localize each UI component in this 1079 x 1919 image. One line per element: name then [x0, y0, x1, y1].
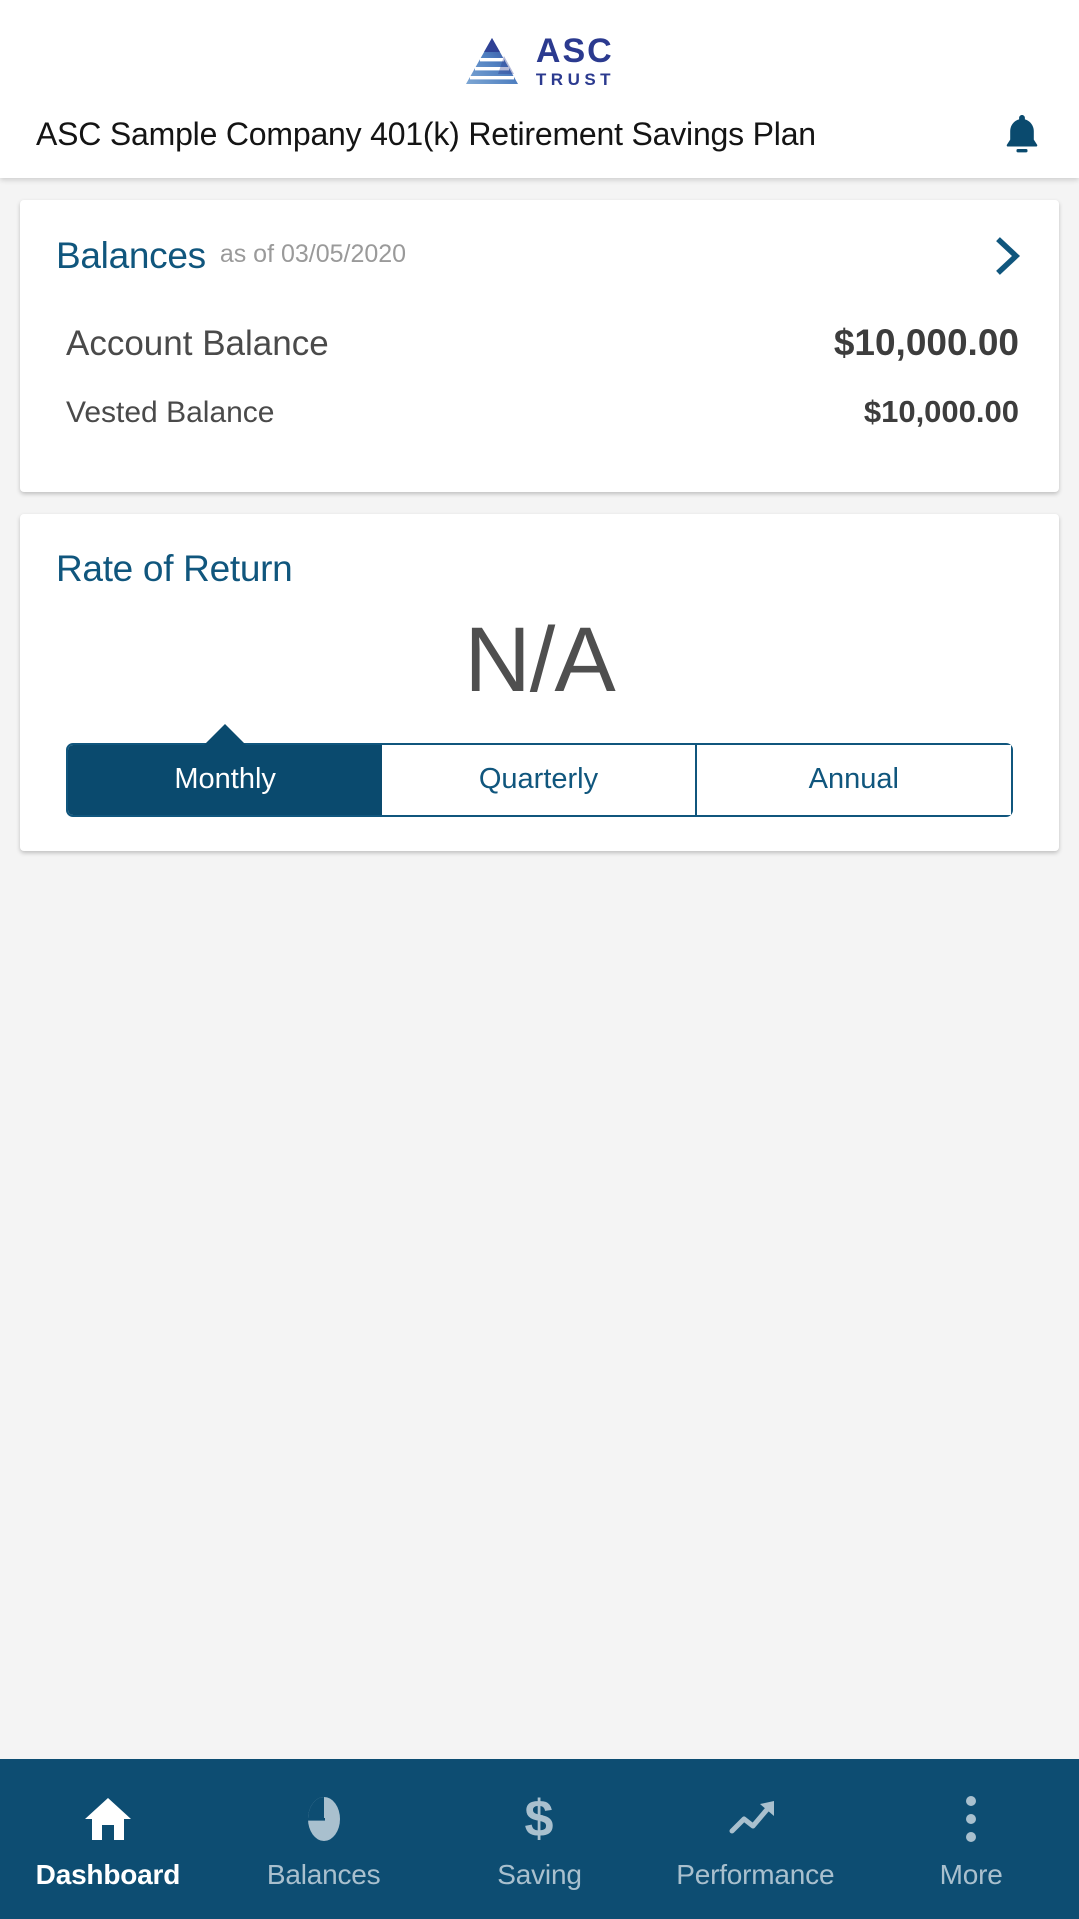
balances-title: Balances [56, 235, 206, 276]
brand-wordmark: ASC TRUST [536, 34, 615, 88]
tab-quarterly[interactable]: Quarterly [382, 744, 697, 815]
nav-item-saving[interactable]: $ Saving [432, 1759, 648, 1919]
svg-text:$: $ [525, 1791, 554, 1847]
balance-label: Vested Balance [66, 396, 275, 429]
nav-item-performance[interactable]: Performance [647, 1759, 863, 1919]
rate-of-return-header: Rate of Return [20, 514, 1059, 590]
nav-item-dashboard[interactable]: Dashboard [0, 1759, 216, 1919]
app-screen: ASC TRUST ASC Sample Company 401(k) Reti… [0, 0, 1079, 1919]
chevron-right-icon[interactable] [991, 234, 1025, 278]
selected-pointer [203, 723, 248, 746]
pie-chart-icon [300, 1793, 348, 1845]
rate-of-return-card: Rate of Return N/A Monthly Quarterly Ann… [20, 514, 1059, 851]
period-segmented-control[interactable]: Monthly Quarterly Annual [66, 723, 1013, 817]
bell-icon [1006, 115, 1038, 153]
brand-name-primary: ASC [535, 32, 614, 70]
tab-monthly[interactable]: Monthly [68, 723, 383, 815]
tab-quarterly-label: Quarterly [478, 763, 599, 796]
balance-value: $10,000.00 [833, 322, 1019, 363]
brand-logo: ASC TRUST [0, 0, 1079, 88]
rate-of-return-value: N/A [464, 609, 615, 711]
nav-item-balances[interactable]: Balances [216, 1759, 432, 1919]
table-row: Vested Balance $10,000.00 [20, 394, 1059, 492]
home-icon [83, 1793, 133, 1845]
brand-name-secondary: TRUST [535, 70, 616, 89]
nav-label-balances: Balances [266, 1859, 381, 1890]
nav-label-dashboard: Dashboard [35, 1859, 181, 1890]
main-content: Balances as of 03/05/2020 Account Balanc… [0, 178, 1079, 1759]
page-title: ASC Sample Company 401(k) Retirement Sav… [36, 115, 816, 152]
balances-card-header[interactable]: Balances as of 03/05/2020 [20, 200, 1059, 278]
tab-monthly-label: Monthly [174, 763, 276, 796]
balances-card[interactable]: Balances as of 03/05/2020 Account Balanc… [20, 200, 1059, 492]
dollar-sign-icon: $ [517, 1791, 561, 1847]
nav-item-more[interactable]: More [863, 1759, 1079, 1919]
balance-label: Account Balance [66, 324, 329, 363]
nav-label-performance: Performance [676, 1859, 835, 1890]
bottom-navigation: Dashboard Balances $ Saving Performance … [0, 1759, 1079, 1919]
nav-label-saving: Saving [497, 1859, 582, 1890]
notifications-button[interactable] [981, 112, 1043, 156]
balance-value: $10,000.00 [863, 394, 1019, 429]
balances-as-of-date: as of 03/05/2020 [219, 240, 407, 268]
nav-label-more: More [939, 1859, 1003, 1890]
tab-annual[interactable]: Annual [696, 744, 1011, 815]
table-row: Account Balance $10,000.00 [20, 322, 1059, 364]
tab-annual-label: Annual [808, 763, 899, 796]
trending-up-icon [728, 1793, 782, 1845]
more-vertical-icon [963, 1793, 979, 1845]
asc-pyramid-logo [465, 38, 518, 84]
plan-title-row: ASC Sample Company 401(k) Retirement Sav… [0, 112, 1079, 156]
app-header: ASC TRUST ASC Sample Company 401(k) Reti… [0, 0, 1079, 178]
rate-of-return-title: Rate of Return [56, 548, 293, 589]
